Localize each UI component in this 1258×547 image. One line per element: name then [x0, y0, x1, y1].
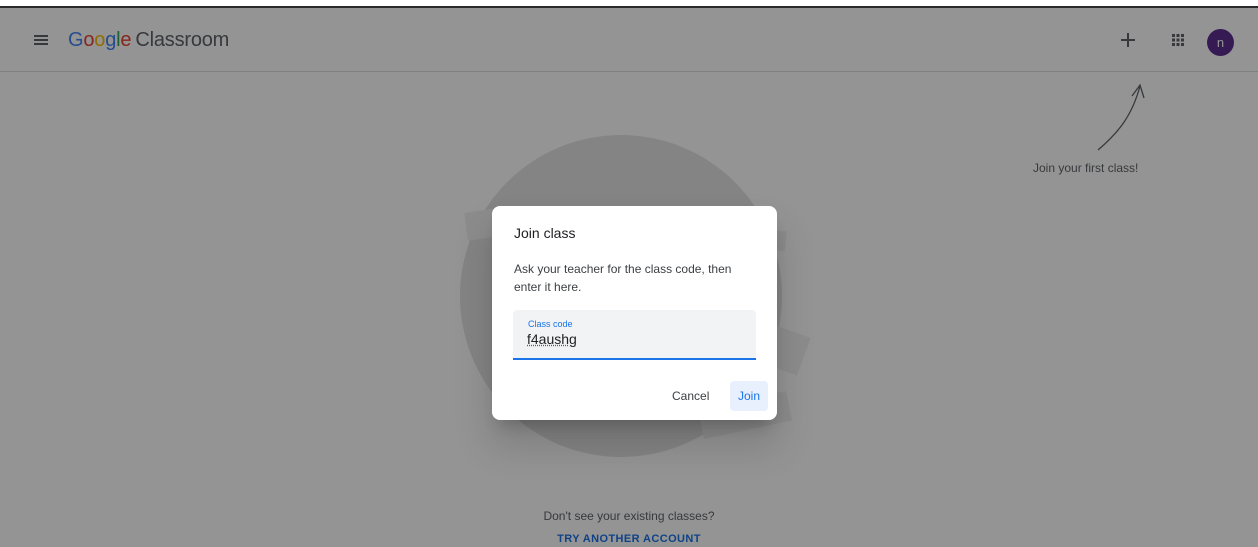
dialog-description: Ask your teacher for the class code, the… — [514, 262, 732, 294]
dialog-title: Join class — [514, 225, 576, 241]
join-button[interactable]: Join — [730, 381, 768, 411]
cancel-button[interactable]: Cancel — [664, 383, 717, 409]
class-code-label: Class code — [528, 319, 573, 329]
class-code-field[interactable]: Class code — [513, 310, 756, 360]
window-top-border — [0, 6, 1258, 8]
class-code-input[interactable] — [527, 331, 737, 347]
join-class-dialog: Join class Ask your teacher for the clas… — [492, 206, 777, 420]
